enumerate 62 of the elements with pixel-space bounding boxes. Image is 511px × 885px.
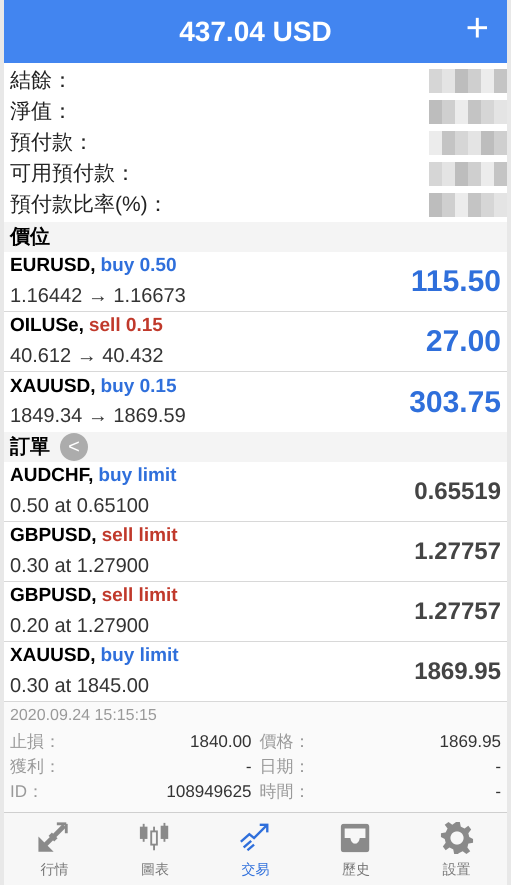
order-detail-label: 0.50 at 0.65100 xyxy=(10,494,150,519)
symbol-label: AUDCHF, xyxy=(10,464,94,488)
order-row[interactable]: GBPUSD, sell limit 0.20 at 1.27900 1.27757 xyxy=(4,582,507,642)
detail-label: 止損： xyxy=(10,731,61,753)
order-row[interactable]: GBPUSD, sell limit 0.30 at 1.27900 1.27757 xyxy=(4,522,507,582)
summary-label: 預付款比率(%)： xyxy=(10,192,169,218)
detail-value: - xyxy=(495,781,501,803)
order-time-label: 2020.09.24 15:15:15 xyxy=(10,706,158,726)
order-side-label: buy 0.50 xyxy=(100,254,177,278)
current-price-value: 1869.95 xyxy=(414,656,501,686)
order-detail-label: 0.30 at 1845.00 xyxy=(10,674,150,699)
detail-label: 獲利： xyxy=(10,756,61,778)
tab-item[interactable]: 歷史 xyxy=(306,813,406,885)
profit-value: 27.00 xyxy=(426,324,501,360)
detail-value: - xyxy=(246,756,252,778)
order-type-label: sell limit xyxy=(102,524,178,548)
current-price-value: 0.65519 xyxy=(414,476,501,506)
detail-value: - xyxy=(495,756,501,778)
order-row[interactable]: AUDCHF, buy limit 0.50 at 0.65100 0.65519 xyxy=(4,462,507,522)
order-type-label: buy limit xyxy=(98,464,177,488)
tab-item[interactable]: 行情 xyxy=(4,813,105,885)
detail-label: 時間： xyxy=(260,781,310,803)
tab-item[interactable]: 圖表 xyxy=(104,813,206,885)
detail-label: ID： xyxy=(10,781,44,803)
tab-item[interactable]: 交易 xyxy=(205,813,306,885)
profit-value: 115.50 xyxy=(410,264,501,300)
detail-value: 1869.95 xyxy=(440,731,501,753)
order-type-label: sell limit xyxy=(102,584,178,608)
position-row[interactable]: OILUSe, sell 0.15 40.612 → 40.432 27.00 xyxy=(4,312,507,372)
detail-label: 日期： xyxy=(260,756,310,778)
price-range-label: 40.612 → 40.432 xyxy=(10,344,164,369)
settings-icon xyxy=(440,820,474,854)
symbol-label: OILUSe, xyxy=(10,314,84,338)
account-balance-title: 437.04 USD xyxy=(179,14,332,48)
symbol-label: XAUUSD, xyxy=(10,374,96,399)
order-type-label: buy limit xyxy=(100,644,179,668)
symbol-label: EURUSD, xyxy=(10,254,96,278)
summary-label: 結餘： xyxy=(10,68,73,94)
price-range-label: 1.16442 → 1.16673 xyxy=(10,284,186,309)
tab-item[interactable]: 設置 xyxy=(406,813,507,885)
position-row[interactable]: EURUSD, buy 0.50 1.16442 → 1.16673 115.50 xyxy=(4,252,507,312)
summary-label: 可用預付款： xyxy=(10,160,136,187)
order-side-label: buy 0.15 xyxy=(100,374,177,399)
symbol-label: GBPUSD, xyxy=(10,524,97,548)
profit-value: 303.75 xyxy=(409,384,501,420)
symbol-label: XAUUSD, xyxy=(10,644,96,668)
current-price-value: 1.27757 xyxy=(414,536,501,566)
detail-value: 1840.00 xyxy=(190,731,252,753)
order-detail-label: 0.20 at 1.27900 xyxy=(10,614,150,639)
price-range-label: 1849.34 → 1869.59 xyxy=(10,404,186,430)
order-side-label: sell 0.15 xyxy=(88,314,163,338)
section-title: 價位 xyxy=(10,225,50,250)
summary-label: 預付款： xyxy=(10,130,94,156)
position-row[interactable]: XAUUSD, buy 0.15 1849.34 → 1869.59 303.75 xyxy=(4,372,507,432)
section-title: 訂單 xyxy=(10,435,50,460)
detail-value: 108949625 xyxy=(166,781,252,803)
detail-label: 價格： xyxy=(260,731,310,753)
order-detail-label: 0.30 at 1.27900 xyxy=(10,554,150,579)
current-price-value: 1.27757 xyxy=(414,596,501,626)
add-button[interactable]: + xyxy=(466,8,489,48)
symbol-label: GBPUSD, xyxy=(10,584,97,608)
summary-label: 淨值： xyxy=(10,98,73,125)
